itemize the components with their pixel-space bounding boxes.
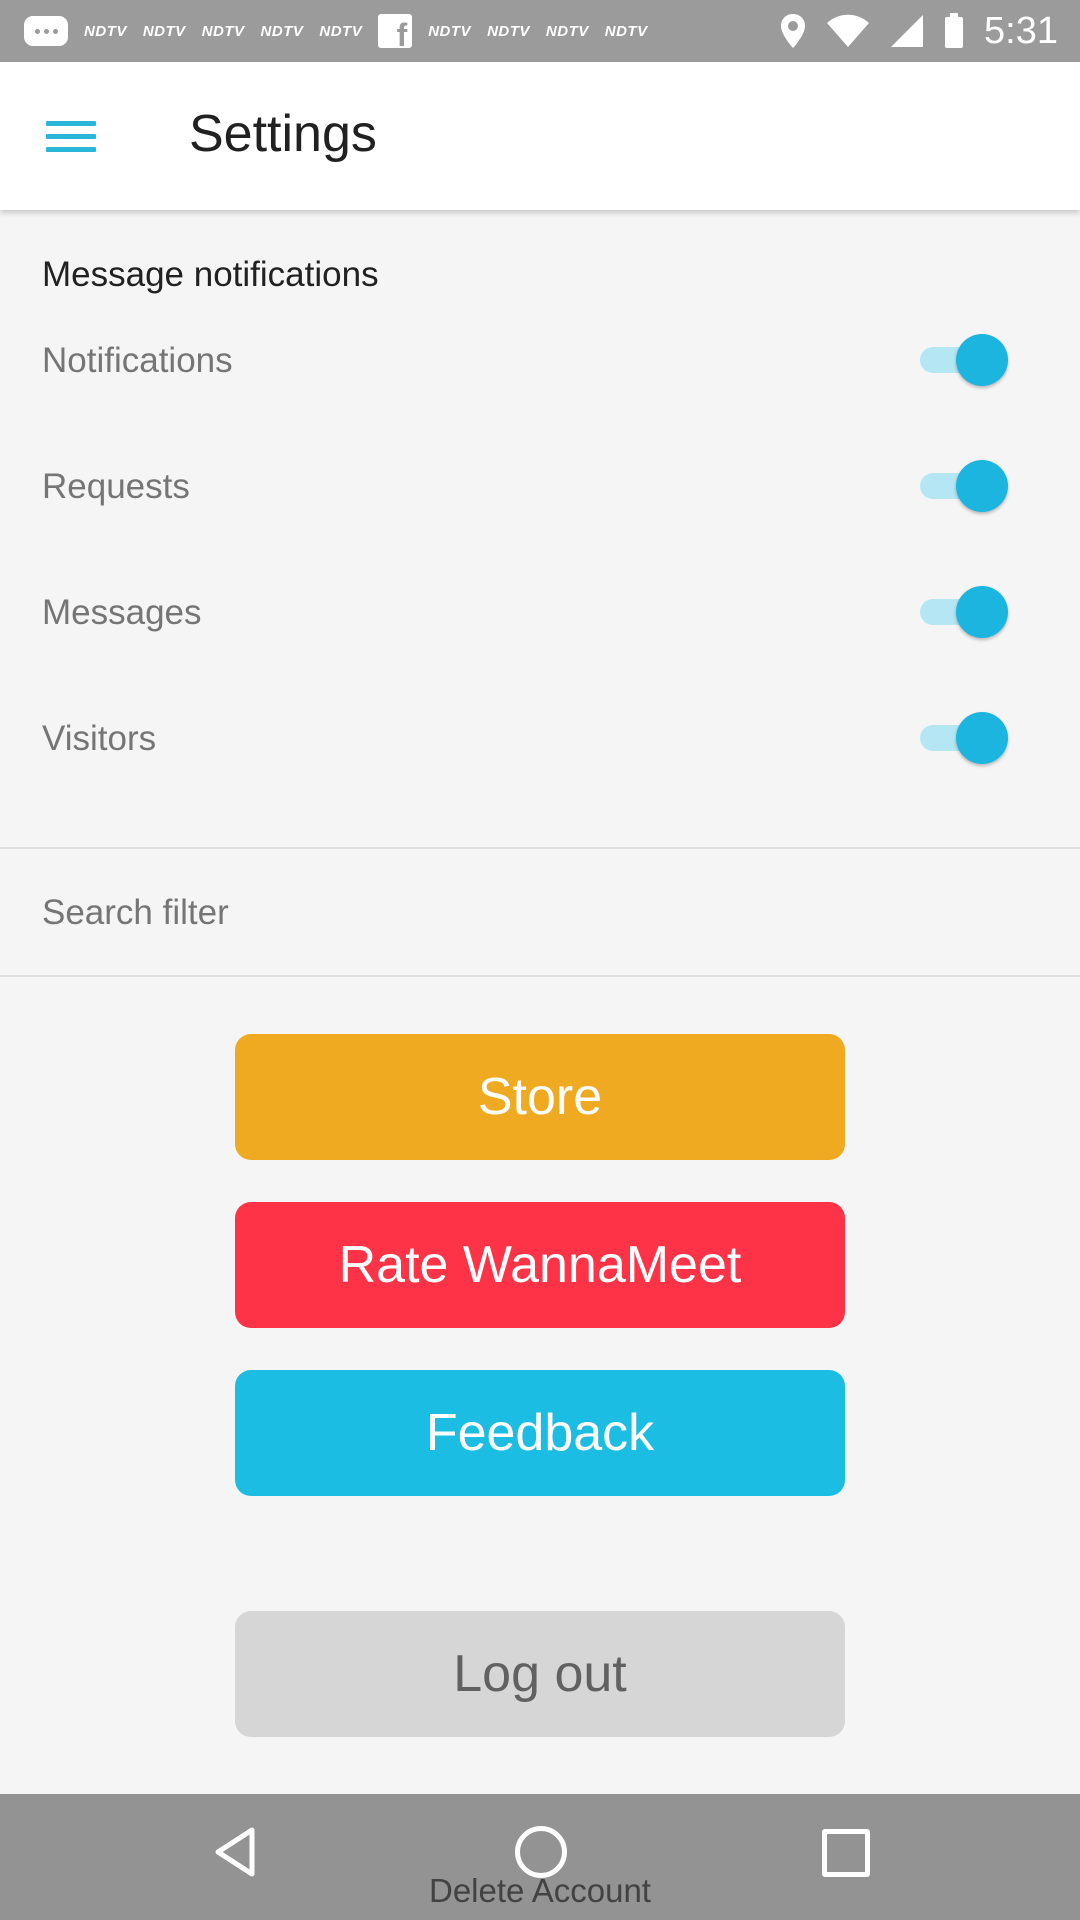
facebook-icon: f xyxy=(378,14,413,51)
chat-bubble-icon xyxy=(24,16,68,46)
page-title: Settings xyxy=(189,105,377,163)
messages-toggle[interactable] xyxy=(918,583,1010,641)
ndtv-notification-icon: NDTV xyxy=(84,22,127,40)
setting-label: Notifications xyxy=(42,341,233,380)
status-bar: NDTV NDTV NDTV NDTV NDTV f NDTV NDTV NDT… xyxy=(0,0,1080,62)
setting-label: Requests xyxy=(42,467,190,506)
wifi-icon xyxy=(827,14,870,47)
toggle-thumb xyxy=(956,586,1008,638)
search-filter-row[interactable]: Search filter xyxy=(0,849,1080,975)
visitors-toggle[interactable] xyxy=(918,709,1010,767)
home-icon[interactable] xyxy=(515,1826,567,1878)
ndtv-notification-icon: NDTV xyxy=(319,22,363,40)
status-system-icons: 5:31 xyxy=(780,0,1058,62)
hamburger-menu-icon[interactable] xyxy=(46,112,100,160)
toggle-thumb xyxy=(956,460,1008,512)
setting-label: Messages xyxy=(42,593,202,632)
ndtv-notification-icon: NDTV xyxy=(545,22,589,40)
setting-row-notifications[interactable]: Notifications xyxy=(0,309,1080,419)
setting-row-visitors[interactable]: Visitors xyxy=(0,687,1080,797)
toggle-thumb xyxy=(956,712,1008,764)
requests-toggle[interactable] xyxy=(918,457,1010,515)
recent-apps-icon[interactable] xyxy=(822,1829,870,1877)
battery-icon xyxy=(945,13,964,48)
log-out-button[interactable]: Log out xyxy=(235,1611,845,1737)
ndtv-notification-icon: NDTV xyxy=(142,22,186,40)
rate-wannameet-button[interactable]: Rate WannaMeet xyxy=(235,1202,845,1328)
status-time: 5:31 xyxy=(984,9,1058,52)
toggle-thumb xyxy=(956,334,1008,386)
delete-account-link[interactable]: Delete Account xyxy=(0,1872,1080,1910)
signal-icon xyxy=(891,15,924,47)
ndtv-notification-icon: NDTV xyxy=(428,22,472,40)
section-title-message-notifications: Message notifications xyxy=(42,255,379,294)
setting-label: Visitors xyxy=(42,719,157,758)
search-filter-label: Search filter xyxy=(42,893,229,932)
divider xyxy=(0,975,1080,977)
status-notifications: NDTV NDTV NDTV NDTV NDTV f NDTV NDTV NDT… xyxy=(24,0,648,62)
notifications-toggle[interactable] xyxy=(918,331,1010,389)
back-icon[interactable] xyxy=(212,1826,258,1878)
app-bar: Settings xyxy=(0,62,1080,210)
ndtv-notification-icon: NDTV xyxy=(487,22,530,40)
ndtv-notification-icon: NDTV xyxy=(260,22,304,40)
setting-row-messages[interactable]: Messages xyxy=(0,561,1080,671)
location-icon xyxy=(781,14,806,48)
setting-row-requests[interactable]: Requests xyxy=(0,435,1080,545)
ndtv-notification-icon: NDTV xyxy=(201,22,245,40)
feedback-button[interactable]: Feedback xyxy=(235,1370,845,1496)
store-button[interactable]: Store xyxy=(235,1034,845,1160)
ndtv-notification-icon: NDTV xyxy=(604,22,648,40)
